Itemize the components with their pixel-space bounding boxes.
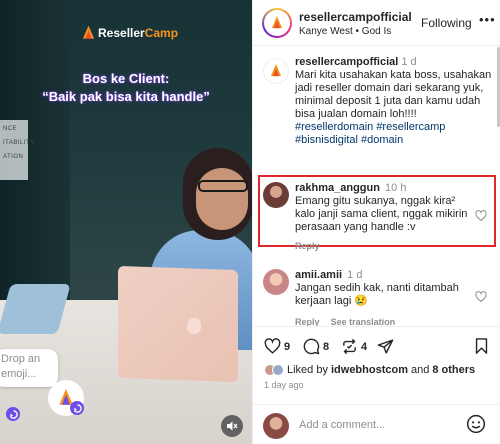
person-face — [196, 168, 248, 230]
reel-media[interactable]: NCE ITABILITY ATION ResellerCamp Bos ke … — [0, 0, 252, 444]
current-user-avatar — [263, 413, 289, 439]
caption-text-block: resellercampofficial 1 d Mari kita usahak… — [295, 56, 493, 147]
liked-and: and — [411, 364, 430, 376]
person-glasses — [198, 180, 248, 192]
mute-icon — [227, 421, 238, 431]
heart-icon[interactable] — [475, 210, 487, 222]
post-header: resellercampofficial Kanye West • God Is… — [253, 0, 500, 46]
repost-icon[interactable] — [341, 338, 358, 355]
flame-logo-icon — [82, 25, 95, 39]
bookmark-icon[interactable] — [473, 337, 490, 355]
comment-count: 8 — [323, 340, 330, 353]
comment-time: 1 d — [347, 269, 363, 281]
caption-avatar[interactable] — [263, 58, 289, 84]
emoji-placeholder-line-1: Drop an — [1, 353, 41, 365]
wall-text-1: NCE — [3, 126, 18, 132]
caption-line-1: Bos ke Client: — [82, 71, 170, 86]
like-action[interactable]: 9 — [264, 338, 290, 355]
video-caption: Bos ke Client: “Baik pak bisa kita handl… — [20, 70, 232, 106]
heart-icon[interactable] — [475, 291, 487, 303]
caption-time: 1 d — [401, 56, 417, 68]
following-button[interactable]: Following — [421, 16, 472, 30]
heart-icon[interactable] — [264, 338, 281, 355]
comment-body: Emang gitu sukanya, nggak kira² kalo jan… — [295, 195, 468, 233]
comment-username[interactable]: amii.amii — [295, 269, 342, 281]
reply-button[interactable]: Reply — [295, 317, 320, 326]
smiley-icon[interactable] — [466, 414, 486, 434]
caption-hashtags[interactable]: #resellerdomain #resellercamp #bisnisdig… — [295, 121, 493, 147]
more-options-button[interactable]: ••• — [479, 12, 496, 27]
wall-text-2: ITABILITY — [3, 140, 35, 146]
emoji-placeholder-line-2: emoji... — [1, 368, 37, 380]
flame-logo-icon — [271, 16, 283, 29]
mute-button[interactable] — [221, 415, 243, 437]
comment-composer: Add a comment... — [253, 404, 500, 444]
comment-icon[interactable] — [303, 338, 320, 355]
post-timestamp: 1 day ago — [264, 380, 304, 390]
liked-others-link[interactable]: 8 others — [432, 364, 475, 376]
caption-username[interactable]: resellercampofficial — [295, 56, 398, 68]
laptop-logo — [187, 318, 201, 334]
brand-name: ResellerCamp — [98, 26, 179, 40]
music-credit[interactable]: Kanye West • God Is — [299, 26, 391, 37]
emoji-drop-bubble[interactable]: Drop an emoji... — [0, 349, 58, 387]
repost-action[interactable]: 4 — [341, 338, 367, 355]
comments-feed[interactable]: resellercampofficial 1 d Mari kita usahak… — [253, 47, 500, 326]
comment-text-block: rakhma_anggun 10 h Emang gitu sukanya, n… — [295, 182, 471, 253]
caption-body: Mari kita usahakan kata boss, usahakan j… — [295, 69, 492, 120]
wall-poster: NCE ITABILITY ATION — [0, 120, 34, 180]
liked-prefix: Liked by — [287, 364, 328, 376]
caption-line-2: “Baik pak bisa kita handle” — [42, 89, 210, 104]
like-count: 9 — [284, 340, 291, 353]
comment-action[interactable]: 8 — [303, 338, 329, 355]
wall-text-3: ATION — [3, 154, 24, 160]
flame-logo-icon — [270, 64, 282, 77]
see-translation-link[interactable]: See translation — [331, 317, 396, 326]
repost-count: 4 — [361, 340, 368, 353]
laptop — [118, 265, 238, 383]
comment-text-block: amii.amii 1 d Jangan sedih kak, nanti di… — [295, 269, 471, 326]
reply-button[interactable]: Reply — [295, 240, 471, 253]
brand-logo: ResellerCamp — [82, 25, 178, 41]
comment-avatar[interactable] — [263, 269, 289, 295]
comment-body: Jangan sedih kak, nanti ditambah kerjaan… — [295, 282, 459, 307]
share-icon[interactable] — [377, 338, 394, 355]
comment-username[interactable]: rakhma_anggun — [295, 182, 380, 194]
liked-user-link[interactable]: idwebhostcom — [331, 364, 408, 376]
header-username[interactable]: resellercampofficial — [299, 10, 412, 24]
liked-avatars — [264, 364, 284, 376]
post-sidebar: resellercampofficial Kanye West • God Is… — [252, 0, 500, 444]
reel-icon — [6, 407, 20, 421]
comment-avatar[interactable] — [263, 182, 289, 208]
add-comment-input[interactable]: Add a comment... — [299, 419, 385, 431]
comment-time: 10 h — [385, 182, 407, 194]
action-bar: 9 8 4 Liked by idwebhostcom and 8 others… — [253, 326, 500, 444]
header-avatar[interactable] — [262, 8, 292, 38]
liked-by-summary: Liked by idwebhostcom and 8 others — [264, 364, 475, 376]
reel-icon — [70, 401, 84, 415]
